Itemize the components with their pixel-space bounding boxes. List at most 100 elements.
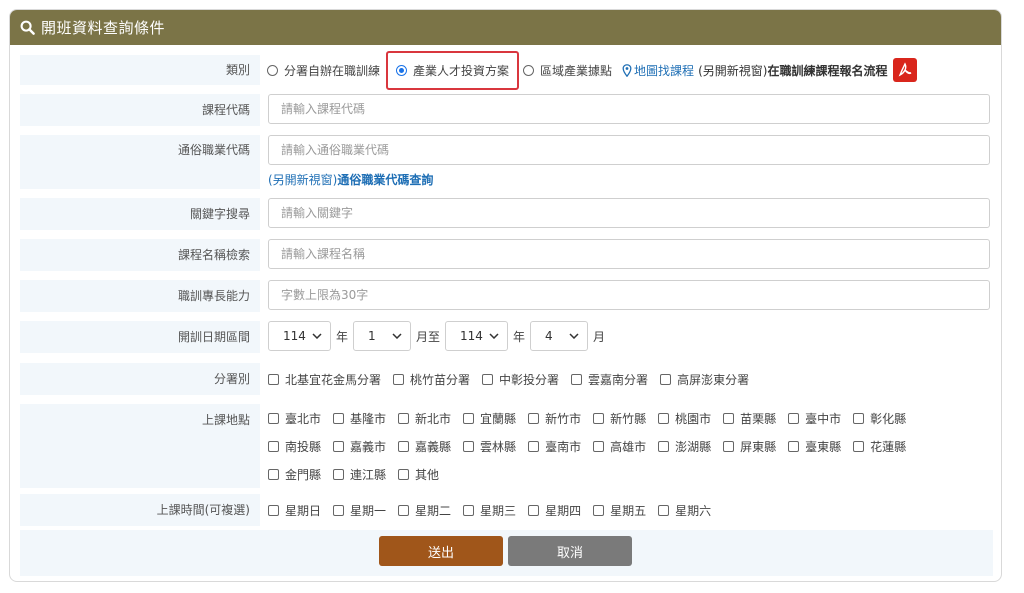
submit-button[interactable]: 送出 <box>379 536 503 566</box>
checkbox[interactable] <box>482 373 494 385</box>
checkbox[interactable] <box>571 373 583 385</box>
skill-input[interactable] <box>268 280 990 310</box>
checkbox[interactable] <box>528 412 540 424</box>
location-option[interactable]: 花蓮縣 <box>853 438 906 455</box>
checkbox[interactable] <box>398 504 410 516</box>
weekday-option[interactable]: 星期五 <box>593 502 646 519</box>
branch-option[interactable]: 雲嘉南分署 <box>571 371 648 388</box>
location-option[interactable]: 彰化縣 <box>853 410 906 427</box>
location-option[interactable]: 臺北市 <box>268 410 321 427</box>
occupation-code-helper[interactable]: (另開新視窗)通俗職業代碼查詢 <box>268 171 993 188</box>
location-option[interactable]: 嘉義市 <box>333 438 386 455</box>
end-month-select[interactable]: 4 <box>530 321 589 351</box>
location-option[interactable]: 南投縣 <box>268 438 321 455</box>
weekday-option[interactable]: 星期四 <box>528 502 581 519</box>
weekday-option[interactable]: 星期日 <box>268 502 321 519</box>
location-option[interactable]: 澎湖縣 <box>658 438 711 455</box>
location-option[interactable]: 高雄市 <box>593 438 646 455</box>
course-name-row: 課程名稱檢索 <box>20 239 993 271</box>
checkbox[interactable] <box>268 373 279 385</box>
weekday-option[interactable]: 星期二 <box>398 502 451 519</box>
checkbox[interactable] <box>593 412 605 424</box>
keyword-input[interactable] <box>268 198 990 228</box>
checkbox[interactable] <box>333 468 345 480</box>
keyword-label: 關鍵字搜尋 <box>20 198 260 230</box>
weekday-option[interactable]: 星期三 <box>463 502 516 519</box>
weekday-option[interactable]: 星期一 <box>333 502 386 519</box>
checkbox[interactable] <box>788 440 800 452</box>
location-option[interactable]: 臺東縣 <box>788 438 841 455</box>
location-option[interactable]: 雲林縣 <box>463 438 516 455</box>
start-month-select[interactable]: 1 <box>353 321 412 351</box>
checkbox[interactable] <box>853 440 865 452</box>
radio-option-self-run[interactable]: 分署自辦在職訓練 <box>267 62 380 79</box>
schedule-checkbox-group: 星期日 星期一 星期二 星期三 星期四 星期五 星期六 <box>268 494 993 526</box>
occupation-code-input[interactable] <box>268 135 990 165</box>
weekday-option[interactable]: 星期六 <box>658 502 711 519</box>
location-option[interactable]: 桃園市 <box>658 410 711 427</box>
checkbox[interactable] <box>528 504 540 516</box>
location-option[interactable]: 臺中市 <box>788 410 841 427</box>
location-option[interactable]: 臺南市 <box>528 438 581 455</box>
checkbox[interactable] <box>658 412 670 424</box>
location-option[interactable]: 其他 <box>398 466 439 483</box>
checkbox[interactable] <box>268 468 279 480</box>
checkbox[interactable] <box>463 440 475 452</box>
month-to-unit: 月至 <box>416 329 441 344</box>
checkbox[interactable] <box>723 412 735 424</box>
occupation-code-lookup-link[interactable]: 通俗職業代碼查詢 <box>337 173 433 187</box>
branch-option[interactable]: 北基宜花金馬分署 <box>268 371 381 388</box>
cancel-button[interactable]: 取消 <box>508 536 632 566</box>
checkbox[interactable] <box>333 440 345 452</box>
checkbox[interactable] <box>398 468 410 480</box>
radio-button[interactable] <box>267 64 278 76</box>
location-option[interactable]: 宜蘭縣 <box>463 410 516 427</box>
map-course-link[interactable]: 地圖找課程 <box>622 62 694 79</box>
checkbox[interactable] <box>788 412 800 424</box>
checkbox[interactable] <box>268 412 279 424</box>
checkbox[interactable] <box>333 412 345 424</box>
location-option[interactable]: 屏東縣 <box>723 438 776 455</box>
checkbox[interactable] <box>398 440 410 452</box>
location-option[interactable]: 新竹市 <box>528 410 581 427</box>
start-year-select[interactable]: 114 <box>268 321 331 351</box>
radio-option-industry-talent[interactable]: 產業人才投資方案 <box>386 50 520 90</box>
map-pin-icon <box>622 63 632 77</box>
checkbox[interactable] <box>268 440 279 452</box>
branch-option[interactable]: 中彰投分署 <box>482 371 559 388</box>
location-option[interactable]: 新北市 <box>398 410 451 427</box>
checkbox[interactable] <box>528 440 540 452</box>
checkbox[interactable] <box>658 504 670 516</box>
checkbox[interactable] <box>393 373 405 385</box>
location-option[interactable]: 基隆市 <box>333 410 386 427</box>
branch-option[interactable]: 高屏澎東分署 <box>660 371 749 388</box>
location-option[interactable]: 新竹縣 <box>593 410 646 427</box>
checkbox[interactable] <box>658 440 670 452</box>
checkbox[interactable] <box>723 440 735 452</box>
location-option[interactable]: 連江縣 <box>333 466 386 483</box>
radio-button[interactable] <box>523 64 535 76</box>
end-year-select[interactable]: 114 <box>445 321 509 351</box>
checkbox[interactable] <box>853 412 865 424</box>
location-option[interactable]: 嘉義縣 <box>398 438 451 455</box>
checkbox[interactable] <box>463 412 475 424</box>
location-option[interactable]: 苗栗縣 <box>723 410 776 427</box>
date-range-label: 開訓日期區間 <box>20 321 260 353</box>
pdf-icon[interactable] <box>893 58 918 82</box>
checkbox[interactable] <box>268 504 279 516</box>
registration-flow-link[interactable]: 在職訓練課程報名流程 <box>767 62 887 79</box>
checkbox[interactable] <box>463 504 475 516</box>
course-name-input[interactable] <box>268 239 990 269</box>
course-code-input[interactable] <box>268 94 990 124</box>
checkbox[interactable] <box>398 412 410 424</box>
branch-option[interactable]: 桃竹苗分署 <box>393 371 470 388</box>
checkbox[interactable] <box>660 373 672 385</box>
location-option[interactable]: 金門縣 <box>268 466 321 483</box>
panel-header: 開班資料查詢條件 <box>10 10 1001 45</box>
checkbox[interactable] <box>333 504 345 516</box>
radio-button-selected[interactable] <box>396 64 408 76</box>
radio-option-regional-base[interactable]: 區域產業據點 <box>523 62 612 79</box>
checkbox[interactable] <box>593 504 605 516</box>
checkbox[interactable] <box>593 440 605 452</box>
year-unit: 年 <box>336 329 349 344</box>
